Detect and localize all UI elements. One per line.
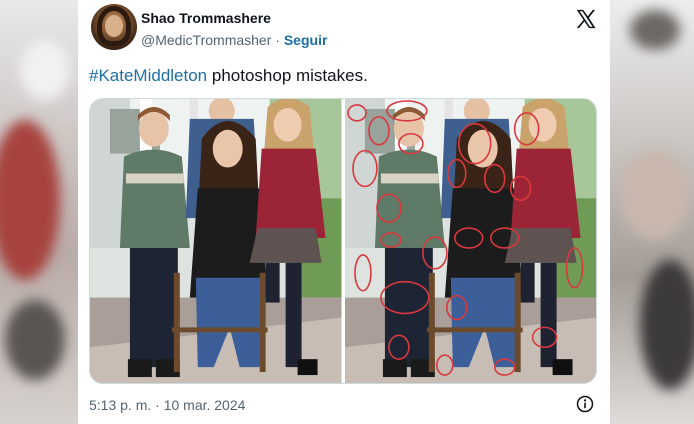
blurred-background-right — [610, 0, 694, 424]
original-photo[interactable] — [90, 99, 342, 383]
author-handle[interactable]: @MedicTrommasher — [141, 32, 271, 48]
author-name[interactable]: Shao Trommashere — [141, 10, 271, 26]
follow-button[interactable]: Seguir — [284, 32, 328, 48]
timestamp[interactable]: 5:13 p. m. · 10 mar. 2024 — [89, 397, 245, 413]
tweet-card: Shao Trommashere @MedicTrommasher · Segu… — [78, 0, 610, 424]
blurred-background-left — [0, 0, 78, 424]
info-icon[interactable] — [576, 395, 594, 413]
tweet-text: #KateMiddleton photoshop mistakes. — [89, 66, 368, 86]
x-logo-icon[interactable] — [574, 8, 596, 30]
hashtag-link[interactable]: #KateMiddleton — [89, 66, 207, 85]
annotated-photo-with-red-circles[interactable] — [344, 99, 596, 383]
tweet-body: photoshop mistakes. — [207, 66, 368, 85]
avatar[interactable] — [91, 4, 137, 50]
media-grid — [89, 98, 597, 384]
author-handle-row: @MedicTrommasher · Seguir — [141, 32, 327, 48]
separator: · — [275, 32, 280, 48]
